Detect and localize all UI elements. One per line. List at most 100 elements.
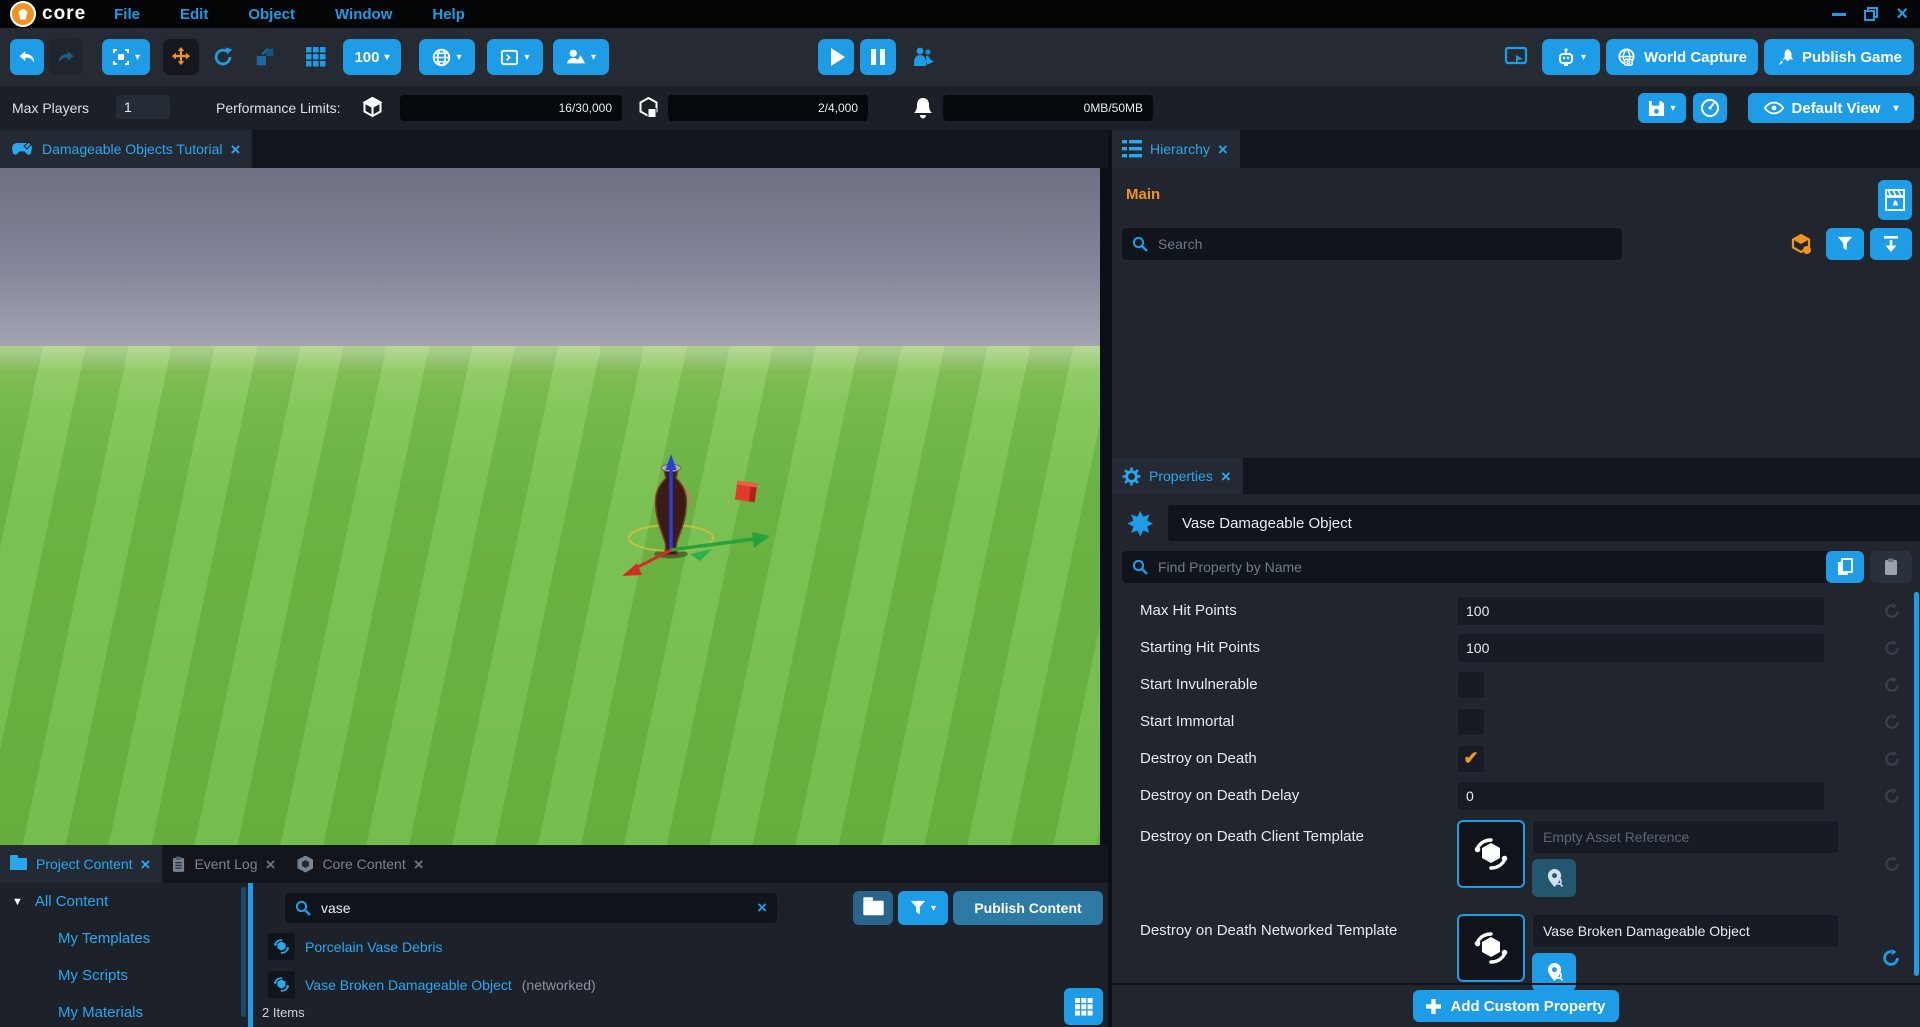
red-cube-object[interactable] bbox=[735, 481, 757, 503]
networked-template-asset-slot[interactable] bbox=[1457, 914, 1525, 982]
caret-down-icon[interactable]: ▼ bbox=[12, 896, 23, 908]
performance-gauge-button[interactable] bbox=[1693, 93, 1727, 123]
find-property-input[interactable] bbox=[1156, 558, 1820, 576]
tab-core-content[interactable]: Core Content × bbox=[287, 845, 435, 883]
menu-file[interactable]: File bbox=[114, 6, 140, 23]
menu-help[interactable]: Help bbox=[432, 6, 465, 23]
tab-hierarchy[interactable]: Hierarchy × bbox=[1112, 130, 1240, 168]
reset-icon[interactable] bbox=[1884, 677, 1900, 693]
paste-properties-button[interactable] bbox=[1870, 551, 1912, 583]
reset-icon[interactable] bbox=[1884, 640, 1900, 656]
tab-damageable-objects-tutorial[interactable]: Damageable Objects Tutorial × bbox=[0, 130, 252, 168]
tab-close-icon[interactable]: × bbox=[141, 856, 151, 873]
tree-item-all-content[interactable]: ▼ All Content bbox=[0, 883, 248, 920]
hierarchy-filter-button[interactable] bbox=[1826, 228, 1864, 260]
menu-object[interactable]: Object bbox=[248, 6, 295, 23]
gizmo-y-axis-arrow[interactable] bbox=[622, 550, 671, 576]
tree-item-my-templates[interactable]: My Templates bbox=[0, 920, 248, 957]
open-folder-button[interactable] bbox=[853, 891, 893, 925]
grid-view-toggle-button[interactable] bbox=[1064, 988, 1103, 1025]
selected-vase-with-gizmo[interactable] bbox=[540, 438, 800, 638]
content-item-porcelain-vase-debris[interactable]: Porcelain Vase Debris bbox=[268, 933, 452, 960]
gizmo-x-axis-arrow[interactable] bbox=[671, 532, 770, 561]
hierarchy-search[interactable] bbox=[1122, 228, 1622, 260]
scale-tool-button[interactable] bbox=[247, 39, 283, 75]
publish-game-button[interactable]: Publish Game bbox=[1764, 39, 1914, 75]
destroy-on-death-delay-input[interactable] bbox=[1457, 781, 1825, 811]
menu-edit[interactable]: Edit bbox=[180, 6, 208, 23]
find-property-search[interactable] bbox=[1122, 551, 1830, 583]
world-settings-dropdown[interactable]: ▾ bbox=[419, 39, 475, 75]
networked-filter-button[interactable] bbox=[1784, 228, 1820, 260]
networked-template-name-input[interactable] bbox=[1532, 914, 1839, 948]
grid-size-value: 100 bbox=[354, 49, 379, 66]
add-custom-property-button[interactable]: Add Custom Property bbox=[1413, 990, 1619, 1022]
reset-icon[interactable] bbox=[1884, 751, 1900, 767]
property-row-max-hit-points: Max Hit Points bbox=[1112, 592, 1920, 629]
tab-project-content[interactable]: Project Content × bbox=[0, 845, 162, 883]
tree-item-my-materials[interactable]: My Materials bbox=[0, 994, 248, 1027]
find-asset-button[interactable] bbox=[1532, 859, 1576, 897]
menu-window[interactable]: Window bbox=[335, 6, 392, 23]
collapse-all-button[interactable] bbox=[1870, 228, 1912, 260]
ai-assistant-dropdown[interactable]: ▾ bbox=[1542, 39, 1600, 75]
grid-size-dropdown[interactable]: 100▾ bbox=[343, 39, 401, 75]
reset-icon[interactable] bbox=[1884, 603, 1900, 619]
content-search[interactable]: × bbox=[285, 893, 777, 923]
viewport-tab-close-icon[interactable]: × bbox=[231, 141, 241, 158]
content-search-input[interactable] bbox=[319, 899, 757, 917]
object-name-input[interactable] bbox=[1168, 505, 1920, 541]
restore-icon[interactable] bbox=[1864, 7, 1878, 21]
tab-properties[interactable]: Properties × bbox=[1112, 458, 1243, 494]
start-invulnerable-checkbox[interactable]: ✔ bbox=[1457, 671, 1485, 699]
tab-close-icon[interactable]: × bbox=[414, 856, 424, 873]
reset-icon[interactable] bbox=[1884, 788, 1900, 804]
save-dropdown[interactable]: ▾ bbox=[1638, 93, 1686, 123]
max-players-input[interactable] bbox=[116, 95, 170, 119]
scene-settings-button[interactable] bbox=[1878, 180, 1912, 220]
reset-icon[interactable] bbox=[1884, 856, 1900, 872]
tree-scrollbar[interactable] bbox=[241, 887, 246, 1017]
client-template-name-input[interactable] bbox=[1532, 820, 1839, 854]
redo-button[interactable] bbox=[49, 39, 83, 75]
screen-share-button[interactable] bbox=[1496, 39, 1536, 75]
reset-icon[interactable] bbox=[1884, 714, 1900, 730]
rotate-tool-button[interactable] bbox=[205, 39, 241, 75]
tree-item-my-scripts[interactable]: My Scripts bbox=[0, 957, 248, 994]
content-item-vase-broken-damageable-object[interactable]: Vase Broken Damageable Object (networked… bbox=[268, 971, 596, 998]
tree-item-label: My Scripts bbox=[58, 967, 128, 984]
starting-hit-points-input[interactable] bbox=[1457, 633, 1825, 663]
play-button[interactable] bbox=[818, 39, 854, 75]
hierarchy-tab-close-icon[interactable]: × bbox=[1218, 141, 1228, 158]
screen-mode-dropdown[interactable]: ▾ bbox=[487, 39, 543, 75]
selection-mode-dropdown[interactable]: ▾ bbox=[102, 39, 150, 75]
tab-event-log[interactable]: Event Log × bbox=[162, 845, 287, 883]
terrain-dropdown[interactable]: ▾ bbox=[553, 39, 609, 75]
clear-search-icon[interactable]: × bbox=[757, 898, 767, 918]
move-tool-button[interactable] bbox=[163, 39, 199, 75]
client-template-asset-slot[interactable] bbox=[1457, 820, 1525, 888]
close-icon[interactable]: × bbox=[1896, 7, 1908, 21]
copy-properties-button[interactable] bbox=[1826, 551, 1864, 583]
minimize-icon[interactable] bbox=[1832, 13, 1846, 16]
start-immortal-checkbox[interactable]: ✔ bbox=[1457, 708, 1485, 736]
properties-scrollbar[interactable] bbox=[1914, 592, 1919, 976]
publish-game-label: Publish Game bbox=[1802, 49, 1902, 66]
world-capture-button[interactable]: World Capture bbox=[1606, 39, 1758, 75]
destroy-on-death-checkbox[interactable]: ✔ bbox=[1457, 745, 1485, 773]
find-asset-button[interactable] bbox=[1532, 953, 1576, 991]
reset-icon[interactable] bbox=[1882, 949, 1900, 967]
max-hit-points-input[interactable] bbox=[1457, 596, 1825, 626]
undo-button[interactable] bbox=[10, 39, 44, 75]
default-view-dropdown[interactable]: Default View ▾ bbox=[1748, 93, 1914, 123]
viewport-3d[interactable] bbox=[0, 168, 1108, 845]
properties-tab-close-icon[interactable]: × bbox=[1221, 468, 1231, 485]
publish-content-button[interactable]: Publish Content bbox=[953, 891, 1103, 925]
snap-grid-button[interactable] bbox=[298, 39, 334, 75]
multiplayer-preview-button[interactable] bbox=[904, 39, 944, 75]
panel-splitter[interactable] bbox=[248, 883, 253, 1027]
hierarchy-search-input[interactable] bbox=[1156, 235, 1612, 253]
tab-close-icon[interactable]: × bbox=[266, 856, 276, 873]
pause-button[interactable] bbox=[860, 39, 896, 75]
content-filter-dropdown[interactable]: ▾ bbox=[898, 891, 948, 925]
